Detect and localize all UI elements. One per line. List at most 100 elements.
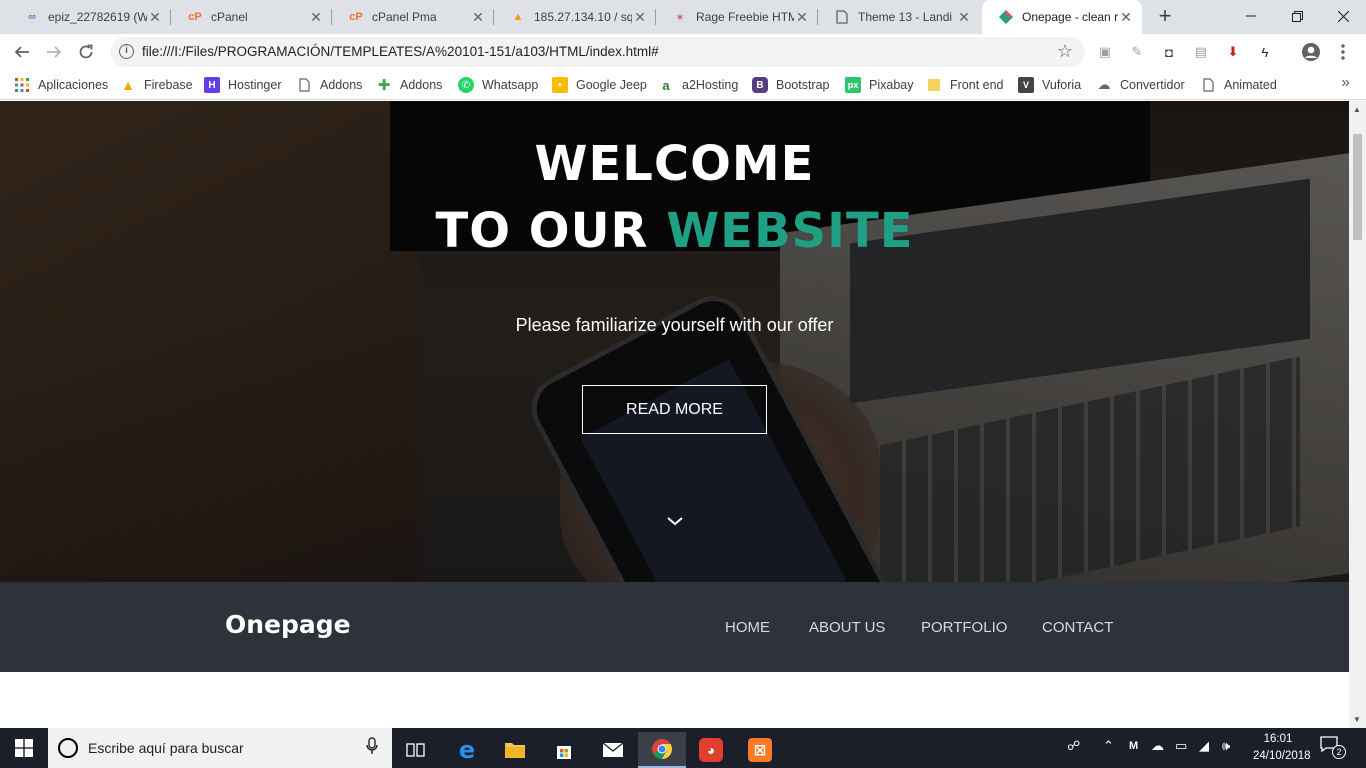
tab-phpmyadmin[interactable]: ▲ 185.27.134.10 / sq ✕: [494, 0, 656, 34]
restore-button[interactable]: [1274, 0, 1320, 32]
mail-icon[interactable]: [589, 732, 637, 768]
bookmark-convertidor[interactable]: ☁ Convertidor: [1096, 75, 1185, 95]
forward-button[interactable]: [40, 38, 68, 66]
close-icon[interactable]: ✕: [470, 9, 486, 25]
bookmark-label: Hostinger: [228, 78, 282, 92]
bookmark-label: Aplicaciones: [38, 78, 109, 92]
download-extension-icon[interactable]: ⬇: [1223, 42, 1243, 62]
bookmarks-overflow-button[interactable]: »: [1341, 74, 1350, 92]
address-bar[interactable]: i file:///I:/Files/PROGRAMACIÓN/TEMPLEAT…: [110, 37, 1085, 67]
page-scrollbar[interactable]: ▲ ▼: [1349, 101, 1366, 728]
tab-cpanel[interactable]: cP cPanel ✕: [171, 0, 332, 34]
chevron-down-icon[interactable]: [665, 511, 685, 531]
close-icon[interactable]: ✕: [1118, 9, 1134, 25]
tab-rage-freebie[interactable]: ✶ Rage Freebie HTM ✕: [656, 0, 818, 34]
lightning-extension-icon[interactable]: ϟ: [1255, 42, 1275, 62]
info-icon[interactable]: i: [119, 44, 134, 59]
onepage-icon: [998, 9, 1014, 25]
page-icon: [296, 77, 312, 93]
bookmark-label: Whatsapp: [482, 78, 539, 92]
close-icon[interactable]: ✕: [632, 9, 648, 25]
close-icon[interactable]: ✕: [956, 9, 972, 25]
scroll-up-arrow-icon[interactable]: ▲: [1353, 105, 1361, 114]
app-red-icon[interactable]: ◕: [687, 732, 735, 768]
edge-icon[interactable]: e: [443, 732, 491, 768]
image-extension-icon[interactable]: ▤: [1191, 42, 1211, 62]
system-clock[interactable]: 16:01 24/10/2018: [1253, 731, 1311, 765]
chevron-up-icon[interactable]: ⌃: [1103, 738, 1114, 754]
battery-icon[interactable]: ▭: [1175, 738, 1187, 754]
bookmark-front-end[interactable]: Front end: [926, 75, 1004, 95]
nav-about-us[interactable]: ABOUT US: [809, 619, 885, 636]
action-center-button[interactable]: 2: [1320, 736, 1346, 760]
site-brand[interactable]: Onepage: [225, 610, 351, 639]
bookmark-vuforia[interactable]: V Vuforia: [1018, 75, 1081, 95]
page-viewport: WELCOME TO OUR WEBSITE Please familiariz…: [0, 101, 1349, 728]
profile-avatar-icon[interactable]: [1301, 42, 1321, 62]
pdf-extension-icon[interactable]: ▣: [1095, 42, 1115, 62]
gmail-tray-icon[interactable]: M: [1129, 740, 1138, 752]
onedrive-icon[interactable]: ☁: [1151, 738, 1164, 754]
keep-icon: •: [552, 77, 568, 93]
microphone-icon[interactable]: [366, 737, 378, 759]
bookmark-a2hosting[interactable]: a a2Hosting: [658, 75, 738, 95]
nav-contact[interactable]: CONTACT: [1042, 619, 1113, 636]
people-icon[interactable]: ☍: [1067, 738, 1080, 754]
menu-kebab-icon[interactable]: [1333, 42, 1353, 62]
tab-title: cPanel: [211, 10, 248, 24]
keep-extension-icon[interactable]: ◘: [1159, 42, 1179, 62]
taskbar-search[interactable]: Escribe aquí para buscar: [48, 728, 392, 768]
volume-icon[interactable]: 🕪: [1222, 738, 1230, 754]
bookmark-star-icon[interactable]: ☆: [1057, 41, 1073, 62]
wrench-extension-icon[interactable]: ✎: [1127, 42, 1147, 62]
taskbar-search-placeholder[interactable]: Escribe aquí para buscar: [88, 740, 244, 756]
site-navbar: Onepage HOME ABOUT US PORTFOLIO CONTACT: [0, 582, 1349, 672]
bookmark-label: Pixabay: [869, 78, 914, 92]
clock-time: 16:01: [1263, 733, 1293, 745]
scroll-down-arrow-icon[interactable]: ▼: [1353, 715, 1361, 724]
file-explorer-icon[interactable]: [491, 732, 539, 768]
bookmark-addons-page[interactable]: Addons: [296, 75, 362, 95]
address-url[interactable]: file:///I:/Files/PROGRAMACIÓN/TEMPLEATES…: [142, 44, 659, 59]
new-tab-button[interactable]: +: [1153, 5, 1177, 29]
tab-title: 185.27.134.10 / sq: [534, 10, 632, 24]
apps-grid-icon: [14, 77, 30, 93]
bookmark-aplicaciones[interactable]: Aplicaciones: [14, 75, 108, 95]
minimize-button[interactable]: [1228, 0, 1274, 32]
clock-date: 24/10/2018: [1253, 750, 1311, 762]
close-window-button[interactable]: [1320, 0, 1366, 32]
back-button[interactable]: [8, 38, 36, 66]
puzzle-icon: ✚: [377, 77, 391, 94]
reload-button[interactable]: [72, 38, 100, 66]
task-view-icon[interactable]: [392, 732, 440, 768]
bookmark-pixabay[interactable]: px Pixabay: [845, 75, 913, 95]
bookmark-label: Google Jeep: [576, 78, 647, 92]
scrollbar-thumb[interactable]: [1353, 134, 1362, 240]
bookmark-whatsapp[interactable]: ✆ Whatsapp: [458, 75, 538, 95]
store-icon[interactable]: [540, 732, 588, 768]
nav-portfolio[interactable]: PORTFOLIO: [921, 619, 1007, 636]
bookmark-google-keep[interactable]: • Google Jeep: [552, 75, 647, 95]
bookmark-addons-puzzle[interactable]: ✚ Addons: [376, 75, 443, 95]
bookmark-animated[interactable]: Animated: [1200, 75, 1277, 95]
tab-onepage[interactable]: Onepage - clean r ✕: [982, 0, 1142, 34]
tab-cpanel-pma[interactable]: cP cPanel Pma ✕: [332, 0, 494, 34]
network-icon[interactable]: ◢: [1199, 738, 1209, 754]
close-icon[interactable]: ✕: [147, 9, 163, 25]
cortana-icon[interactable]: [58, 738, 78, 758]
bookmark-firebase[interactable]: ▲ Firebase: [120, 75, 193, 95]
tab-theme-13[interactable]: Theme 13 - Landi ✕: [818, 0, 980, 34]
read-more-button[interactable]: READ MORE: [582, 385, 767, 434]
hero-subtitle: Please familiarize yourself with our off…: [515, 315, 834, 335]
chrome-icon[interactable]: [638, 732, 686, 768]
nav-home[interactable]: HOME: [725, 619, 770, 636]
tab-epiz[interactable]: ∞ epiz_22782619 (W ✕: [8, 0, 171, 34]
close-icon[interactable]: ✕: [308, 9, 324, 25]
notification-count: 2: [1332, 745, 1346, 759]
start-button[interactable]: [0, 728, 48, 768]
bookmark-bootstrap[interactable]: B Bootstrap: [752, 75, 830, 95]
bookmark-hostinger[interactable]: H Hostinger: [204, 75, 282, 95]
close-icon[interactable]: ✕: [794, 9, 810, 25]
xampp-icon[interactable]: ⊠: [736, 732, 784, 768]
hero-title-line2: TO OUR WEBSITE: [0, 203, 1349, 259]
